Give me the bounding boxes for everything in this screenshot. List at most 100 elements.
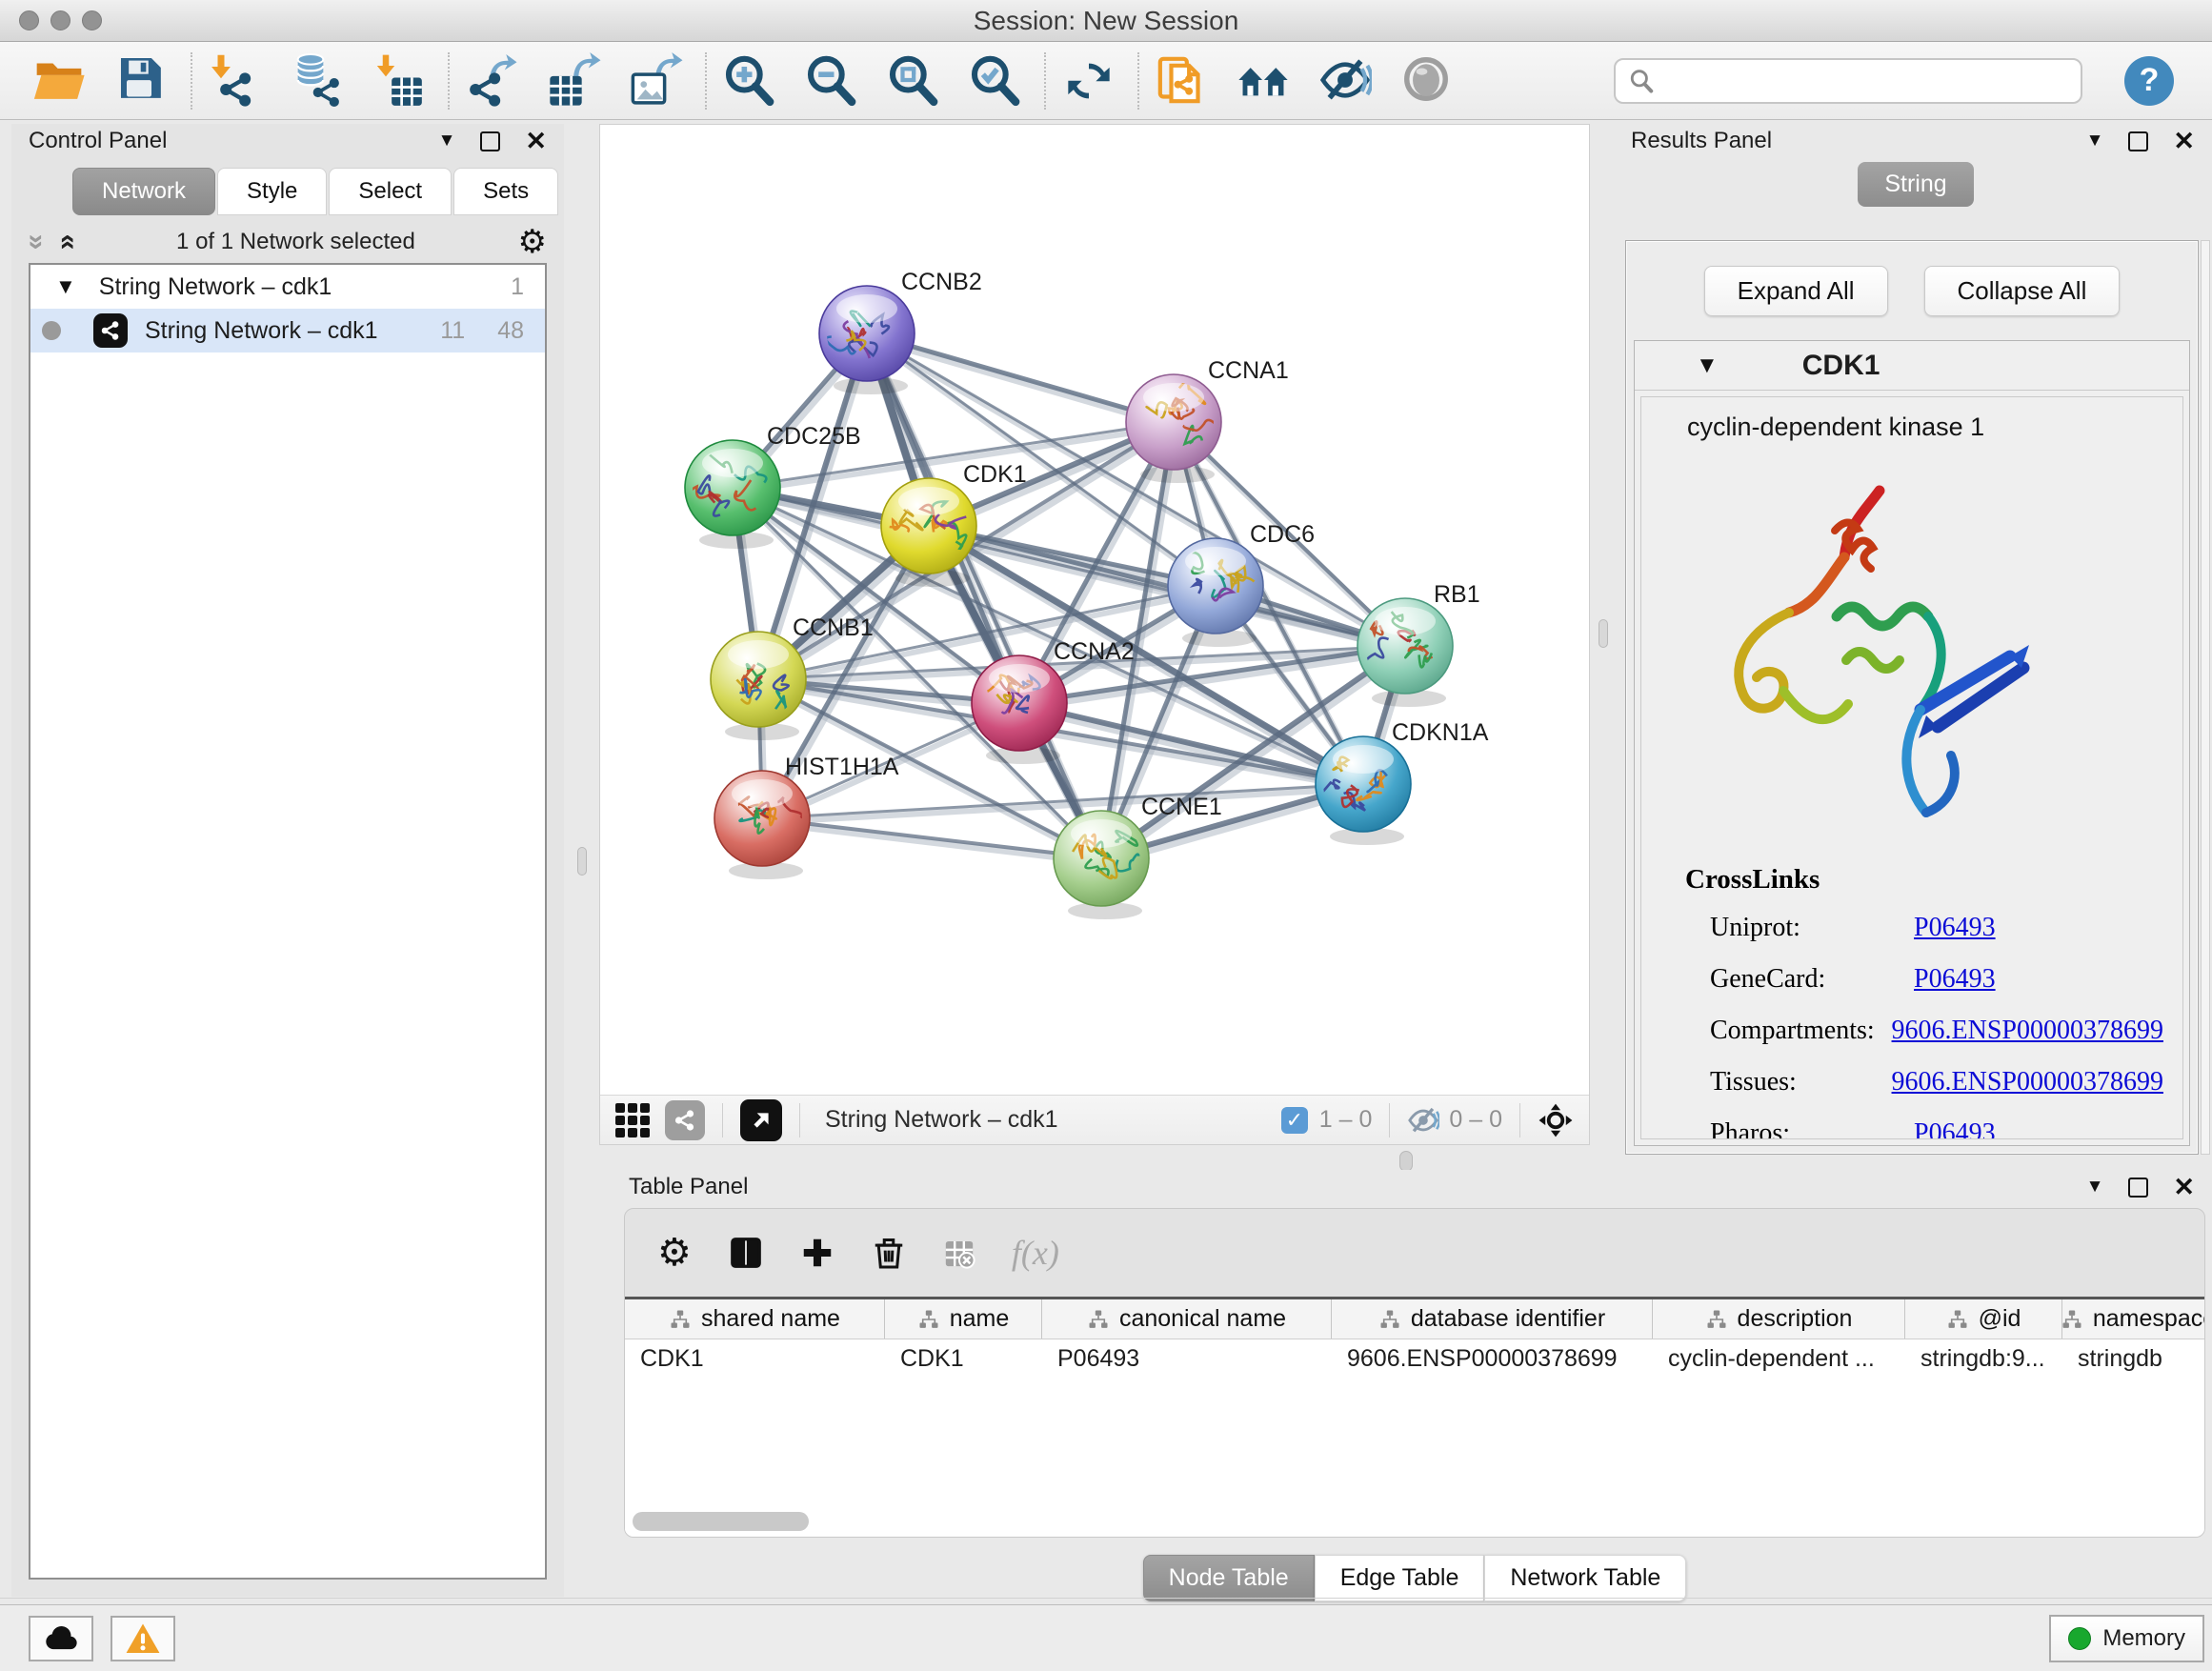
table-cell[interactable]: P06493 — [1042, 1339, 1332, 1379]
gene-section-header[interactable]: ▼ CDK1 — [1635, 341, 2189, 391]
control-panel-close-icon[interactable]: ✕ — [525, 129, 547, 154]
zoom-window-button[interactable] — [82, 10, 102, 30]
export-image-button[interactable] — [629, 53, 684, 109]
cloud-status-button[interactable] — [29, 1616, 93, 1661]
crosslink-link[interactable]: P06493 — [1914, 913, 1996, 943]
network-collection-row[interactable]: ▼ String Network – cdk1 1 — [30, 265, 545, 309]
horizontal-splitter-handle[interactable] — [1399, 1151, 1413, 1172]
node-CDKN1A[interactable] — [1316, 736, 1411, 845]
column-header-namespace[interactable]: namespace — [2062, 1299, 2205, 1339]
open-session-button[interactable] — [32, 53, 88, 109]
table-cell[interactable]: stringdb — [2062, 1339, 2205, 1379]
results-scrollbar[interactable] — [2201, 240, 2210, 1155]
hide-selected-button[interactable] — [1318, 53, 1374, 109]
table-cell[interactable]: CDK1 — [885, 1339, 1042, 1379]
table-hscrollbar[interactable] — [625, 1510, 2204, 1533]
crosslink-link[interactable]: 9606.ENSP00000378699 — [1892, 1067, 2163, 1097]
table-options-gear-icon[interactable]: ⚙ — [657, 1234, 692, 1272]
warnings-button[interactable] — [111, 1616, 175, 1661]
crosslink-link[interactable]: 9606.ENSP00000378699 — [1892, 1016, 2163, 1046]
tab-network[interactable]: Network — [72, 168, 215, 215]
export-table-button[interactable] — [547, 53, 602, 109]
zoom-fit-button[interactable] — [886, 53, 941, 109]
collection-expand-icon[interactable]: ▼ — [55, 274, 76, 299]
table-cell[interactable]: 9606.ENSP00000378699 — [1332, 1339, 1653, 1379]
tab-node-table[interactable]: Node Table — [1143, 1555, 1315, 1601]
collection-label: String Network – cdk1 — [99, 273, 511, 301]
table-cell[interactable]: stringdb:9... — [1905, 1339, 2062, 1379]
table-panel-float-icon[interactable] — [2128, 1178, 2148, 1198]
grid-view-icon[interactable] — [615, 1103, 650, 1137]
right-splitter-handle[interactable] — [1599, 619, 1608, 648]
column-header--id[interactable]: @id — [1905, 1299, 2062, 1339]
table-row[interactable]: CDK1CDK1P064939606.ENSP00000378699cyclin… — [625, 1339, 2204, 1379]
memory-button[interactable]: Memory — [2049, 1615, 2204, 1662]
column-header-name[interactable]: name — [885, 1299, 1042, 1339]
zoom-selected-button[interactable] — [968, 53, 1023, 109]
table-cell[interactable]: cyclin-dependent ... — [1653, 1339, 1905, 1379]
save-session-button[interactable] — [114, 53, 170, 109]
show-graphics-details-button[interactable] — [1400, 53, 1456, 109]
toolbar-search[interactable] — [1614, 58, 2082, 104]
column-header-description[interactable]: description — [1653, 1299, 1905, 1339]
results-panel-menu-icon[interactable]: ▼ — [2086, 131, 2104, 151]
tab-edge-table[interactable]: Edge Table — [1315, 1555, 1485, 1601]
column-header-shared-name[interactable]: shared name — [625, 1299, 885, 1339]
copy-style-clipboard-button[interactable] — [1155, 53, 1210, 109]
network-row-selected[interactable]: String Network – cdk1 11 48 — [30, 309, 545, 352]
node-HIST1H1A[interactable] — [714, 771, 810, 879]
node-CCNB1[interactable] — [711, 632, 806, 740]
close-window-button[interactable] — [19, 10, 39, 30]
tab-select[interactable]: Select — [329, 168, 452, 215]
create-column-icon[interactable] — [800, 1236, 835, 1270]
table-hscrollbar-thumb[interactable] — [633, 1512, 809, 1531]
node-CCNA1[interactable] — [1126, 374, 1221, 483]
control-panel-menu-icon[interactable]: ▼ — [438, 131, 456, 151]
selected-checkbox-icon[interactable]: ✓ — [1281, 1107, 1308, 1134]
import-network-database-button[interactable] — [290, 53, 345, 109]
tab-network-table[interactable]: Network Table — [1484, 1555, 1686, 1601]
expand-all-icon[interactable]: » — [51, 234, 80, 251]
refresh-button[interactable] — [1061, 53, 1116, 109]
table-panel-close-icon[interactable]: ✕ — [2173, 1175, 2195, 1200]
import-table-file-button[interactable] — [372, 53, 427, 109]
expand-all-button[interactable]: Expand All — [1704, 266, 1888, 316]
gene-section: ▼ CDK1 cyclin-dependent kinase 1 — [1634, 340, 2190, 1146]
export-network-button[interactable] — [465, 53, 520, 109]
results-panel-close-icon[interactable]: ✕ — [2173, 129, 2195, 154]
results-panel-float-icon[interactable] — [2128, 131, 2148, 151]
crosslink-link[interactable]: P06493 — [1914, 1118, 1996, 1139]
tab-sets[interactable]: Sets — [453, 168, 558, 215]
fit-content-crosshair-icon[interactable] — [1538, 1102, 1574, 1138]
node-CDC25B[interactable] — [685, 440, 780, 549]
help-button[interactable]: ? — [2124, 56, 2174, 106]
crosslink-link[interactable]: P06493 — [1914, 964, 1996, 995]
network-options-gear-icon[interactable]: ⚙ — [518, 226, 547, 258]
zoom-out-button[interactable] — [804, 53, 859, 109]
collapse-all-button[interactable]: Collapse All — [1924, 266, 2121, 316]
table-panel-menu-icon[interactable]: ▼ — [2086, 1177, 2104, 1198]
zoom-in-button[interactable] — [722, 53, 777, 109]
search-input[interactable] — [1663, 68, 2067, 94]
network-canvas[interactable]: CCNB2CCNA1CDC25BCDK1CDC6RB1CCNB1CCNA2CDK… — [600, 125, 1589, 1100]
traffic-lights[interactable] — [19, 10, 102, 30]
collapse-all-icon[interactable]: » — [22, 234, 50, 251]
tab-style[interactable]: Style — [217, 168, 327, 215]
import-network-file-button[interactable] — [208, 53, 263, 109]
delete-column-trash-icon[interactable] — [871, 1235, 907, 1271]
network-graph[interactable]: CCNB2CCNA1CDC25BCDK1CDC6RB1CCNB1CCNA2CDK… — [600, 125, 1589, 1096]
gene-expand-icon[interactable]: ▼ — [1696, 352, 1719, 379]
control-panel-float-icon[interactable] — [480, 131, 500, 151]
table-cell[interactable]: CDK1 — [625, 1339, 885, 1379]
network-thumbnail-icon[interactable] — [665, 1100, 705, 1140]
first-neighbors-button[interactable] — [1237, 53, 1292, 109]
column-header-canonical-name[interactable]: canonical name — [1042, 1299, 1332, 1339]
show-columns-icon[interactable] — [728, 1235, 764, 1271]
column-header-database-identifier[interactable]: database identifier — [1332, 1299, 1653, 1339]
node-RB1[interactable] — [1357, 598, 1453, 707]
tab-string[interactable]: String — [1858, 162, 1973, 207]
minimize-window-button[interactable] — [50, 10, 70, 30]
left-splitter-handle[interactable] — [577, 847, 587, 876]
detach-view-button[interactable] — [740, 1099, 782, 1141]
node-CCNE1[interactable] — [1054, 811, 1149, 919]
